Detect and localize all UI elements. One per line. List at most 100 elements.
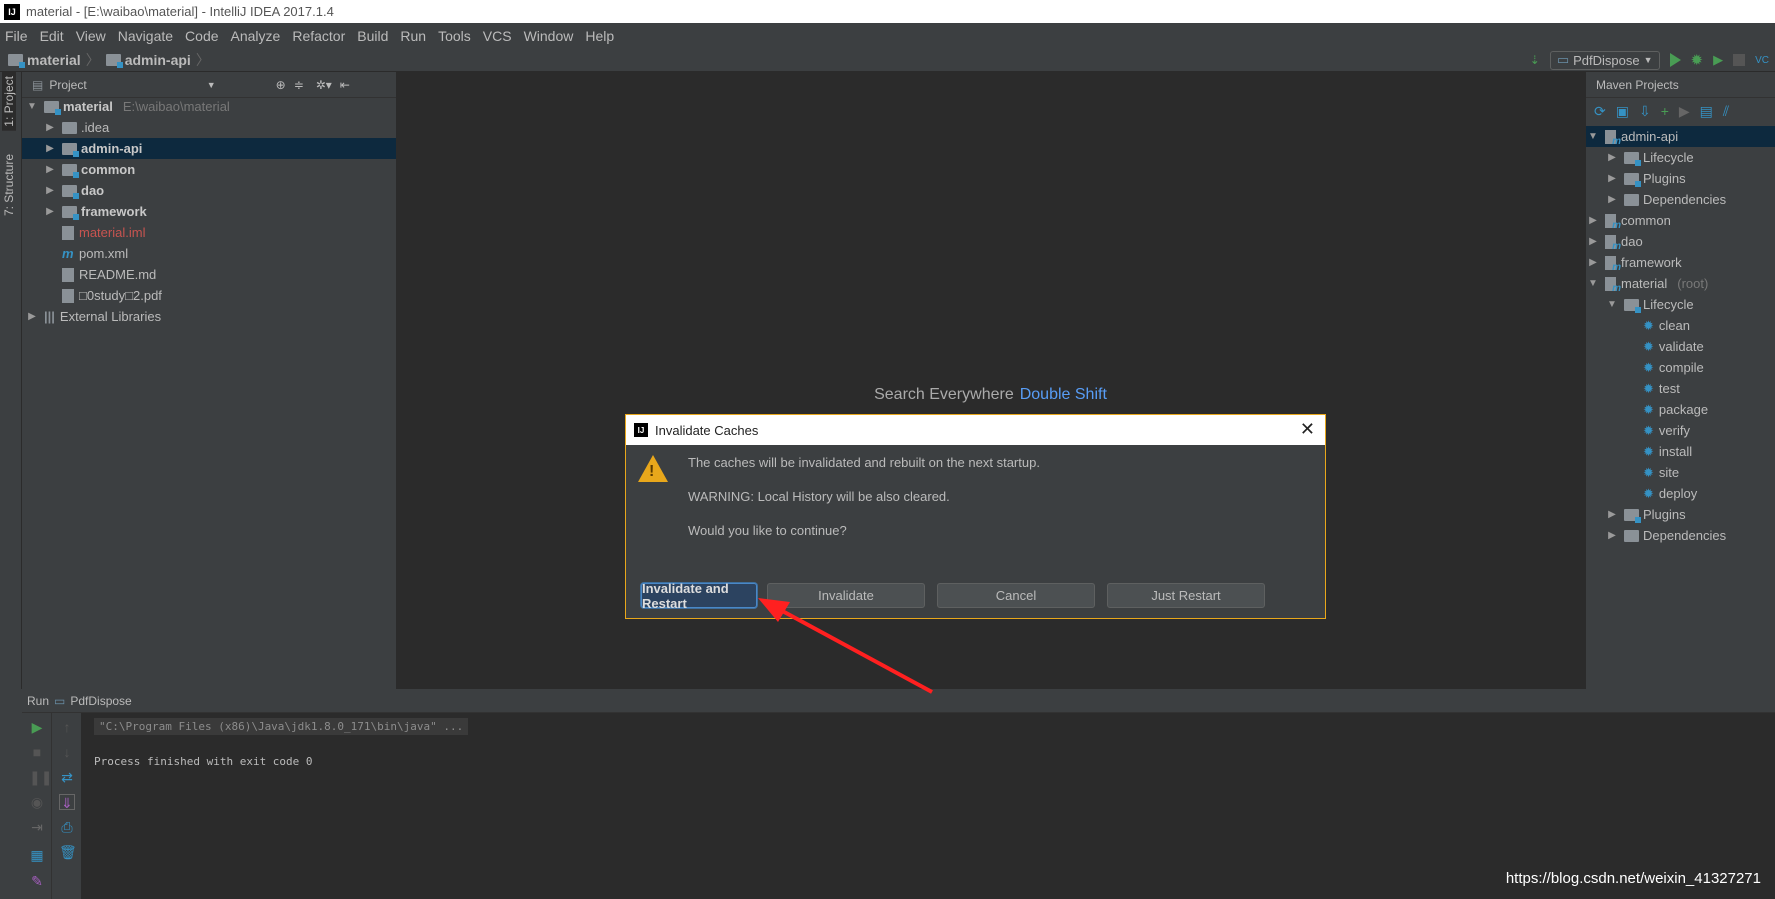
- tree-item[interactable]: ✹ test: [1586, 378, 1775, 399]
- print-icon[interactable]: ⎙: [59, 819, 75, 835]
- expanded-arrow-icon[interactable]: ▼: [1587, 278, 1599, 289]
- run-icon[interactable]: [1669, 53, 1681, 67]
- menu-vcs[interactable]: VCS: [483, 28, 512, 44]
- tree-item[interactable]: ▶ common: [22, 159, 396, 180]
- expanded-arrow-icon[interactable]: ▼: [1606, 299, 1618, 310]
- tree-item[interactable]: ✹ package: [1586, 399, 1775, 420]
- collapsed-arrow-icon[interactable]: ▶: [1606, 530, 1618, 541]
- tree-item[interactable]: ▼ material E:\waibao\material: [22, 96, 396, 117]
- menu-help[interactable]: Help: [585, 28, 614, 44]
- collapsed-arrow-icon[interactable]: ▶: [44, 143, 56, 154]
- tree-item[interactable]: ▶ .idea: [22, 117, 396, 138]
- breadcrumb-item-admin-api[interactable]: admin-api 〉: [105, 50, 210, 70]
- collapsed-arrow-icon[interactable]: ▶: [1606, 509, 1618, 520]
- menu-refactor[interactable]: Refactor: [292, 28, 345, 44]
- menu-build[interactable]: Build: [357, 28, 388, 44]
- arrow-down-icon[interactable]: ↓: [59, 744, 75, 760]
- run-config-select[interactable]: ▭ PdfDispose ▼: [1549, 50, 1660, 70]
- scroll-to-end-icon[interactable]: ⇓: [59, 794, 75, 811]
- tree-item[interactable]: ▶ Plugins: [1586, 168, 1775, 189]
- tree-item[interactable]: ▶ Dependencies: [1586, 189, 1775, 210]
- generate-sources-icon[interactable]: ▣: [1616, 103, 1629, 120]
- locate-icon[interactable]: ⊕: [276, 78, 286, 92]
- tree-item[interactable]: ▼ material (root): [1586, 273, 1775, 294]
- tree-item[interactable]: ✹ validate: [1586, 336, 1775, 357]
- tree-item[interactable]: ▶ common: [1586, 210, 1775, 231]
- run-icon[interactable]: ▶: [1679, 103, 1690, 120]
- tree-item[interactable]: ✹ site: [1586, 462, 1775, 483]
- gear-icon[interactable]: ✲▾: [316, 78, 332, 92]
- run-tab-label[interactable]: Run: [27, 694, 49, 708]
- tree-item[interactable]: ▼ admin-api: [1586, 126, 1775, 147]
- collapsed-arrow-icon[interactable]: ▶: [1587, 215, 1599, 226]
- stop-icon[interactable]: ■: [29, 744, 45, 760]
- tree-item[interactable]: ▶ Lifecycle: [1586, 147, 1775, 168]
- collapsed-arrow-icon[interactable]: ▶: [1606, 152, 1618, 163]
- tree-item[interactable]: ✹ compile: [1586, 357, 1775, 378]
- tree-item[interactable]: ✹ clean: [1586, 315, 1775, 336]
- menu-edit[interactable]: Edit: [40, 28, 64, 44]
- collapsed-arrow-icon[interactable]: ▶: [44, 185, 56, 196]
- close-icon[interactable]: ✕: [1300, 419, 1315, 440]
- pause-icon[interactable]: ❚❚: [29, 769, 52, 785]
- collapse-all-icon[interactable]: ≑: [294, 78, 304, 92]
- tree-item[interactable]: ▶ ||| External Libraries: [22, 306, 396, 327]
- tree-item[interactable]: ▶ Plugins: [1586, 504, 1775, 525]
- run-config-tab[interactable]: PdfDispose: [70, 694, 131, 708]
- coverage-icon[interactable]: ▶: [1713, 52, 1723, 68]
- tree-item[interactable]: ✹ install: [1586, 441, 1775, 462]
- layout-icon[interactable]: ▦: [29, 847, 45, 863]
- expanded-arrow-icon[interactable]: ▼: [1587, 131, 1599, 142]
- chevron-down-icon[interactable]: ▼: [207, 80, 216, 90]
- maven-settings-icon[interactable]: ▤: [1700, 103, 1713, 120]
- vcs-update-icon[interactable]: VC: [1755, 55, 1769, 66]
- collapsed-arrow-icon[interactable]: ▶: [44, 164, 56, 175]
- menu-view[interactable]: View: [76, 28, 106, 44]
- menu-code[interactable]: Code: [185, 28, 218, 44]
- build-icon[interactable]: ⇣: [1530, 53, 1540, 67]
- menu-analyze[interactable]: Analyze: [231, 28, 281, 44]
- collapsed-arrow-icon[interactable]: ▶: [44, 206, 56, 217]
- tab-structure[interactable]: 7: Structure: [2, 150, 16, 220]
- tree-item[interactable]: ✹ verify: [1586, 420, 1775, 441]
- collapsed-arrow-icon[interactable]: ▶: [1606, 173, 1618, 184]
- arrow-up-icon[interactable]: ↑: [59, 719, 75, 735]
- project-view-select[interactable]: Project: [49, 78, 86, 92]
- menu-window[interactable]: Window: [524, 28, 574, 44]
- menu-navigate[interactable]: Navigate: [118, 28, 173, 44]
- collapsed-arrow-icon[interactable]: ▶: [1587, 236, 1599, 247]
- menu-tools[interactable]: Tools: [438, 28, 471, 44]
- tree-item[interactable]: ▶ framework: [22, 201, 396, 222]
- menu-run[interactable]: Run: [400, 28, 426, 44]
- cancel-button[interactable]: Cancel: [937, 583, 1095, 608]
- collapsed-arrow-icon[interactable]: ▶: [1587, 257, 1599, 268]
- hide-icon[interactable]: ⇤: [340, 78, 350, 92]
- menu-file[interactable]: File: [5, 28, 28, 44]
- exit-icon[interactable]: ⇥: [29, 819, 45, 835]
- rerun-icon[interactable]: ▶: [29, 719, 45, 735]
- expanded-arrow-icon[interactable]: ▼: [26, 101, 38, 112]
- tree-item[interactable]: ▶ framework: [1586, 252, 1775, 273]
- collapsed-arrow-icon[interactable]: ▶: [44, 122, 56, 133]
- tree-item[interactable]: ▶ admin-api: [22, 138, 396, 159]
- download-icon[interactable]: ⇩: [1639, 103, 1651, 120]
- tree-item[interactable]: ▶ dao: [22, 180, 396, 201]
- tree-item[interactable]: ▶ Dependencies: [1586, 525, 1775, 546]
- debug-icon[interactable]: ✹: [1691, 51, 1704, 69]
- console-command-line[interactable]: "C:\Program Files (x86)\Java\jdk1.8.0_17…: [94, 718, 469, 735]
- dump-threads-icon[interactable]: ◉: [29, 794, 45, 810]
- add-icon[interactable]: +: [1661, 103, 1669, 119]
- tree-item[interactable]: m pom.xml: [22, 243, 396, 264]
- just-restart-button[interactable]: Just Restart: [1107, 583, 1265, 608]
- tree-item[interactable]: material.iml: [22, 222, 396, 243]
- tree-item[interactable]: ▼ Lifecycle: [1586, 294, 1775, 315]
- tree-item[interactable]: ✹ deploy: [1586, 483, 1775, 504]
- refresh-icon[interactable]: ⟳: [1594, 103, 1606, 120]
- stop-icon[interactable]: [1733, 54, 1746, 66]
- soft-wrap-icon[interactable]: ⇄: [59, 769, 75, 785]
- collapsed-arrow-icon[interactable]: ▶: [1606, 194, 1618, 205]
- tab-project[interactable]: 1: Project: [2, 72, 16, 131]
- skip-tests-icon[interactable]: ⫽: [1723, 103, 1729, 120]
- breadcrumb-item-material[interactable]: material 〉: [8, 50, 100, 70]
- pin-icon[interactable]: ✎: [29, 873, 45, 889]
